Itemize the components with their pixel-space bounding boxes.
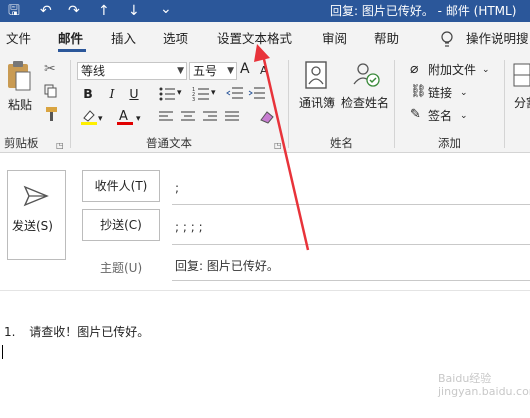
title-bar: 🖫 ↶ ↷ ↑ ↓ ⌄ 回复: 图片已传好。 - 邮件 (HTML): [0, 0, 530, 22]
tab-review[interactable]: 审阅: [322, 31, 347, 47]
chevron-down-icon[interactable]: ⌄: [460, 86, 468, 100]
cut-icon[interactable]: ✂: [44, 62, 56, 76]
send-label: 发送(S): [12, 219, 53, 233]
subject-field[interactable]: 回复: 图片已传好。: [175, 259, 279, 273]
decrease-indent-icon[interactable]: [226, 86, 244, 102]
signature-icon: ✎: [410, 107, 421, 122]
tab-file[interactable]: 文件: [6, 31, 31, 47]
body-line: 请查收！图片已传好。: [29, 325, 150, 339]
split-icon[interactable]: [512, 62, 530, 88]
increase-indent-icon[interactable]: [248, 86, 266, 102]
svg-text:3: 3: [192, 97, 195, 102]
message-body[interactable]: 1. 请查收！图片已传好。: [4, 325, 149, 339]
format-painter-icon[interactable]: [44, 106, 60, 122]
tab-insert[interactable]: 插入: [111, 31, 136, 47]
chevron-down-icon[interactable]: ▾: [177, 86, 182, 100]
chevron-down-icon[interactable]: ▾: [98, 112, 103, 126]
svg-text:A: A: [119, 109, 128, 124]
clear-formatting-icon[interactable]: [258, 108, 276, 126]
undo-icon[interactable]: ↶: [40, 2, 52, 20]
align-center-icon[interactable]: [180, 110, 196, 124]
save-icon[interactable]: 🖫: [8, 2, 20, 20]
check-names-icon[interactable]: [352, 60, 382, 90]
to-field[interactable]: ;: [175, 181, 179, 195]
italic-button[interactable]: I: [104, 86, 120, 102]
copy-icon[interactable]: [44, 84, 58, 98]
to-button[interactable]: 收件人(T): [82, 170, 160, 202]
justify-icon[interactable]: [224, 110, 240, 124]
list-marker: 1.: [4, 325, 16, 339]
include-group-label: 添加: [438, 136, 461, 150]
tab-format-text[interactable]: 设置文本格式: [217, 31, 292, 47]
signature-button[interactable]: 签名: [428, 109, 452, 123]
font-name-value: 等线: [81, 64, 106, 78]
send-button[interactable]: 发送(S): [7, 170, 66, 260]
names-group-label: 姓名: [330, 136, 353, 150]
font-size-value: 五号: [193, 64, 218, 78]
chevron-down-icon[interactable]: ▼: [227, 63, 234, 79]
address-book-icon[interactable]: [304, 60, 330, 90]
chevron-down-icon[interactable]: ▾: [211, 86, 216, 100]
underline-button[interactable]: U: [126, 86, 142, 102]
link-icon: ⛓: [410, 84, 427, 99]
text-cursor: [2, 345, 3, 359]
shrink-font-icon[interactable]: A: [260, 64, 268, 78]
tab-help[interactable]: 帮助: [374, 31, 399, 47]
link-button[interactable]: 链接: [428, 86, 452, 100]
tab-message[interactable]: 邮件: [58, 31, 83, 47]
highlight-icon[interactable]: [80, 108, 98, 126]
customize-quick-access-icon[interactable]: ⌄: [160, 0, 172, 18]
font-launcher-icon[interactable]: ◳: [274, 139, 282, 153]
bold-button[interactable]: B: [80, 86, 96, 102]
check-names-button[interactable]: 检查姓名: [341, 96, 389, 110]
address-book-button[interactable]: 通讯簿: [299, 96, 335, 110]
send-icon: [23, 185, 49, 207]
numbering-icon[interactable]: 1 2 3: [192, 86, 210, 102]
align-left-icon[interactable]: [158, 110, 174, 124]
basic-text-group-label: 普通文本: [146, 136, 192, 150]
tell-me-search[interactable]: 操作说明搜: [466, 31, 529, 47]
bullets-icon[interactable]: [158, 86, 176, 102]
watermark: Baidu经验 jingyan.baidu.com: [438, 372, 530, 398]
cc-field[interactable]: ; ; ; ;: [175, 220, 203, 234]
grow-font-icon[interactable]: A: [240, 62, 250, 76]
ribbon: 粘贴 ✂ 剪贴板 ◳ 等线 ▼ 五号 ▼ A A B I U ▾ 1 2 3 ▾: [0, 56, 530, 153]
attach-file-button[interactable]: 附加文件: [428, 63, 476, 77]
active-tab-indicator: [58, 49, 86, 52]
window-title: 回复: 图片已传好。 - 邮件 (HTML): [330, 4, 517, 18]
paste-button[interactable]: 粘贴: [8, 98, 32, 112]
split-button[interactable]: 分割: [514, 96, 530, 110]
lightbulb-icon: [441, 31, 453, 47]
cc-button[interactable]: 抄送(C): [82, 209, 160, 241]
chevron-down-icon[interactable]: ⌄: [482, 63, 490, 77]
chevron-down-icon[interactable]: ▾: [136, 112, 141, 126]
align-right-icon[interactable]: [202, 110, 218, 124]
font-name-combo[interactable]: 等线 ▼: [77, 62, 187, 80]
arrow-up-icon[interactable]: ↑: [98, 2, 110, 20]
chevron-down-icon[interactable]: ▼: [177, 63, 184, 79]
redo-icon[interactable]: ↷: [68, 2, 80, 20]
tab-options[interactable]: 选项: [163, 31, 188, 47]
clipboard-group-label: 剪贴板: [4, 136, 39, 150]
paste-icon[interactable]: [6, 60, 32, 92]
font-color-icon[interactable]: A: [116, 108, 134, 126]
arrow-down-icon[interactable]: ↓: [128, 2, 140, 20]
chevron-down-icon[interactable]: ⌄: [460, 109, 468, 123]
subject-label: 主题(U): [100, 261, 143, 275]
paperclip-icon: ⌀: [410, 61, 419, 77]
font-size-combo[interactable]: 五号 ▼: [189, 62, 237, 80]
clipboard-launcher-icon[interactable]: ◳: [56, 139, 64, 153]
